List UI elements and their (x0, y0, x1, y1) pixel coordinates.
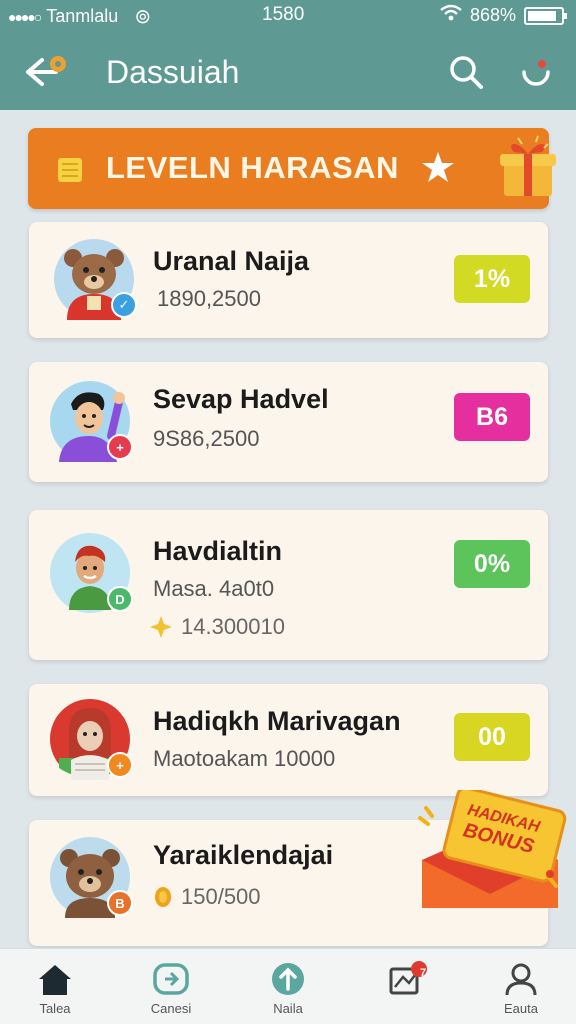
avatar: + (49, 380, 133, 462)
avatar-badge: B (107, 890, 133, 916)
item-subtitle: Masa. 4a0t0 (153, 576, 275, 601)
item-name: Hadiqkh Marivagan (153, 706, 401, 736)
avatar-badge: ✓ (111, 292, 137, 318)
item-value-row: 14.300010 (149, 614, 285, 640)
list-item[interactable]: + Sevap Hadvel 9S86,2500 B6 (29, 362, 548, 482)
list-item[interactable]: D Havdialtin Masa. 4a0t0 14.300010 0% (29, 510, 548, 660)
banner-title: LEVELN HARASAN (106, 150, 399, 185)
item-value: 9S86,2500 (153, 426, 260, 451)
item-value: Maotoakam 10000 (153, 746, 336, 771)
nav-label: Canesi (150, 1001, 192, 1016)
home-icon (39, 965, 71, 995)
level-banner[interactable]: LEVELN HARASAN (28, 128, 556, 209)
profile-icon (505, 963, 537, 996)
battery-percent: 868% (469, 5, 516, 25)
back-button[interactable] (22, 52, 70, 92)
status-badge[interactable]: 00 (454, 713, 530, 761)
avatar-badge: + (107, 752, 133, 778)
hotspot-icon: ⊚ (134, 6, 152, 28)
upload-icon (272, 963, 304, 995)
item-name: Uranal Naija (153, 246, 310, 276)
item-value-row: 150/500 (153, 884, 261, 910)
avatar-badge: + (107, 434, 133, 460)
coin-icon (155, 887, 171, 907)
wifi-icon (440, 4, 462, 27)
avatar: + (49, 698, 133, 780)
item-value: 14.300010 (181, 614, 285, 639)
nav-item-home[interactable]: Talea (10, 961, 100, 1024)
status-time: 1580 (262, 4, 305, 25)
status-badge[interactable]: 1% (454, 255, 530, 303)
nav-item-upload[interactable]: Naila (243, 961, 333, 1024)
avatar: ✓ (53, 238, 137, 320)
status-badge[interactable]: 0% (454, 540, 530, 588)
gamepad-icon (153, 963, 189, 995)
item-name: Havdialtin (153, 536, 283, 566)
sparkle-icon (150, 616, 172, 638)
nav-item-messages[interactable]: 7 (362, 961, 452, 1024)
bonus-sticker[interactable]: HADIKAH BONUS (412, 786, 568, 920)
signal-dots-icon: ●●●●○ (8, 8, 42, 25)
nav-item-profile[interactable]: Eauta (476, 961, 566, 1024)
status-bar: ●●●●○ Tanmlalu ⊚ 1580 868% (0, 0, 576, 30)
item-value: 150/500 (181, 884, 261, 909)
item-name: Yaraiklendajai (153, 840, 334, 870)
carrier-name: Tanmlalu (46, 6, 119, 26)
coin-stack-icon (58, 158, 82, 182)
nav-item-games[interactable]: Canesi (126, 961, 216, 1024)
gift-box-icon (500, 135, 556, 196)
list-item[interactable]: ✓ Uranal Naija 1890,2500 1% (29, 222, 548, 338)
battery-icon (524, 6, 567, 25)
nav-label: Eauta (504, 1001, 538, 1016)
bottom-nav: Talea Canesi Naila 7 Eauta (0, 948, 576, 1024)
nav-label: Naila (273, 1001, 303, 1016)
search-icon (450, 56, 483, 89)
star-icon (422, 152, 454, 182)
item-value: 1890,2500 (157, 286, 261, 311)
back-arrow-icon (26, 56, 66, 86)
status-badge[interactable]: B6 (454, 393, 530, 441)
app-bar: ●●●●○ Tanmlalu ⊚ 1580 868% Dassuiah (0, 0, 576, 110)
notification-count: 7 (420, 967, 427, 979)
nav-label: Talea (39, 1001, 71, 1016)
search-button[interactable] (446, 52, 486, 92)
page-title: Dassuiah (106, 54, 240, 90)
avatar-badge: D (107, 586, 133, 612)
list-item[interactable]: + Hadiqkh Marivagan Maotoakam 10000 00 (29, 684, 548, 796)
refresh-icon (522, 60, 550, 86)
avatar: D (49, 532, 133, 614)
item-name: Sevap Hadvel (153, 384, 329, 414)
refresh-button[interactable] (516, 52, 556, 92)
avatar: B (49, 836, 133, 918)
